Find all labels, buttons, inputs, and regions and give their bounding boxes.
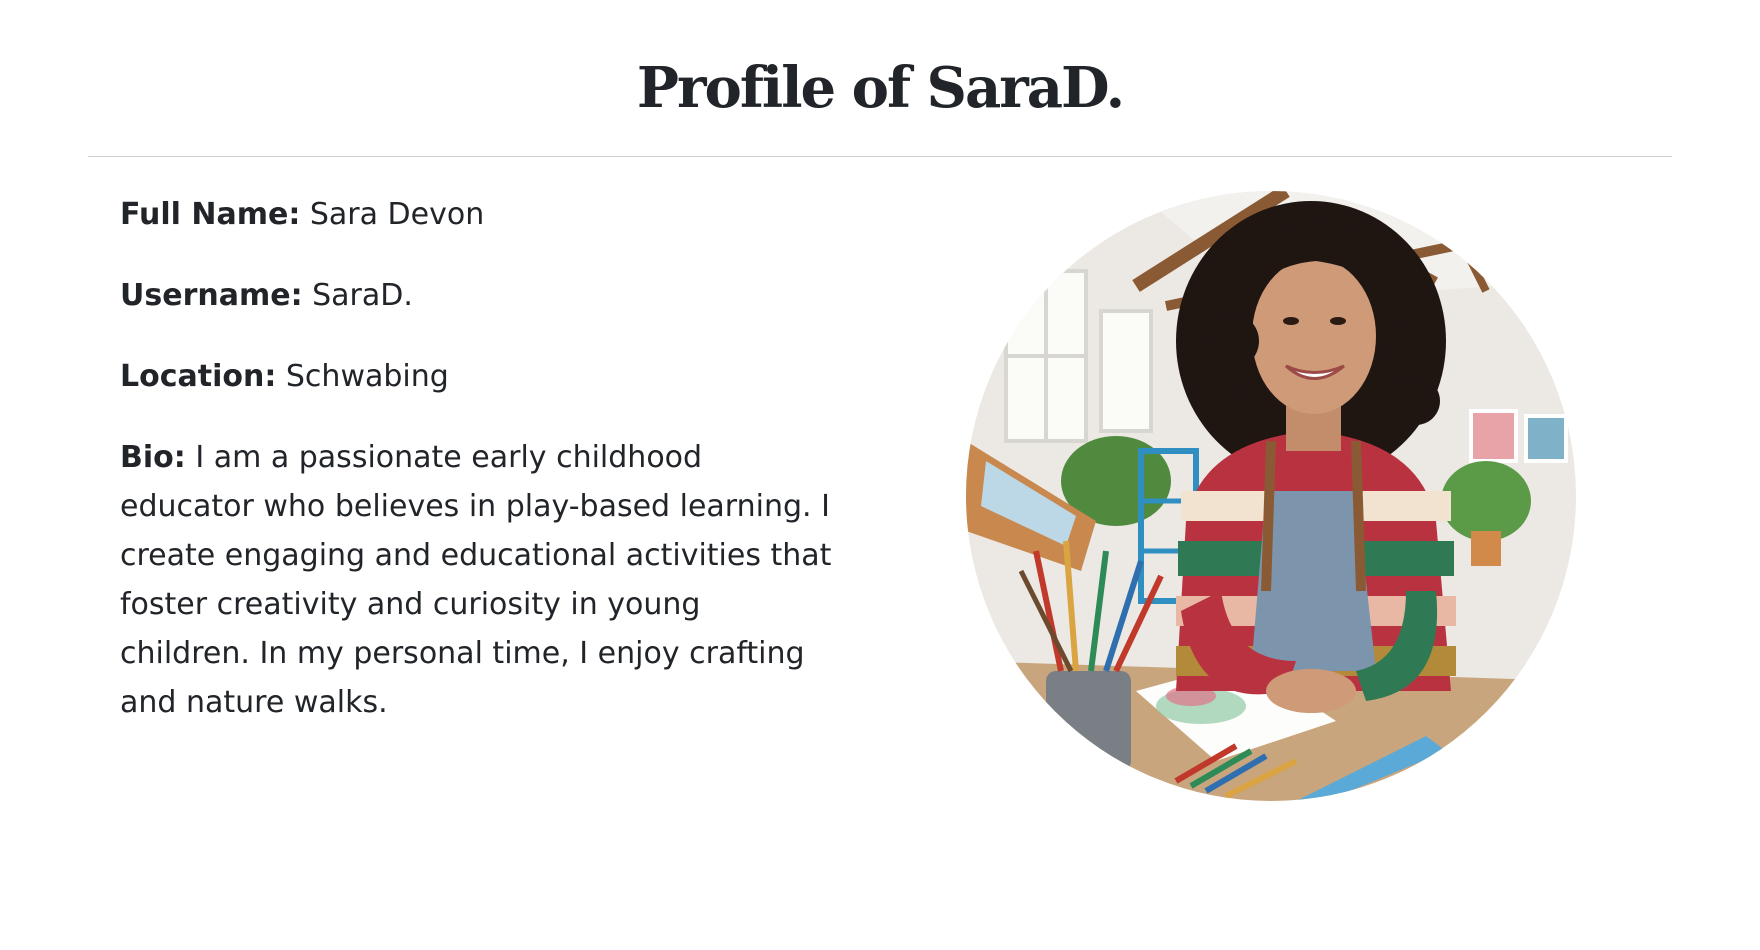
full-name-value: Sara Devon xyxy=(309,197,485,232)
profile-page: Profile of SaraD. Full Name: Sara Devon … xyxy=(0,0,1760,950)
title-divider xyxy=(88,156,1672,157)
face xyxy=(1252,258,1376,414)
page-title: Profile of SaraD. xyxy=(636,55,1125,121)
location-row: Location: Schwabing xyxy=(120,352,835,401)
profile-details: Full Name: Sara Devon Username: SaraD. L… xyxy=(120,190,835,759)
full-name-label: Full Name: xyxy=(120,197,301,232)
pencil-cup xyxy=(1046,671,1131,771)
bio-value: I am a passionate early childhood educat… xyxy=(120,440,832,720)
hands xyxy=(1266,669,1356,713)
full-name-row: Full Name: Sara Devon xyxy=(120,190,835,239)
bio-row: Bio: I am a passionate early childhood e… xyxy=(120,433,835,727)
bio-label: Bio: xyxy=(120,440,186,475)
username-value: SaraD. xyxy=(312,278,413,313)
profile-photo-illustration xyxy=(966,191,1576,801)
username-row: Username: SaraD. xyxy=(120,271,835,320)
location-value: Schwabing xyxy=(285,359,449,394)
username-label: Username: xyxy=(120,278,303,313)
location-label: Location: xyxy=(120,359,277,394)
wall-art xyxy=(1469,409,1518,463)
profile-photo xyxy=(966,191,1576,801)
